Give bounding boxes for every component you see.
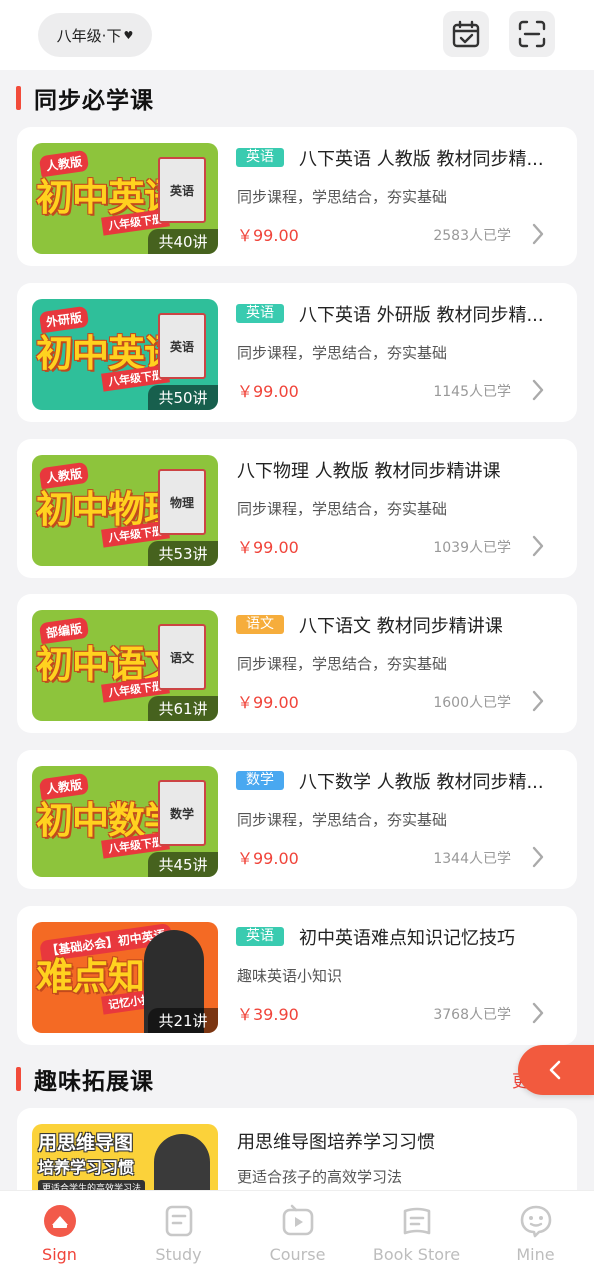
course-thumbnail: 人教版 初中英语 八年级下册 英语 共40讲: [32, 143, 218, 254]
subject-tag: 英语: [236, 148, 284, 167]
lesson-count: 共21讲: [148, 1008, 218, 1033]
chevron-right-icon[interactable]: [531, 1000, 545, 1026]
course-price: ￥99.00: [237, 382, 299, 401]
nav-book-store[interactable]: Book Store: [357, 1191, 476, 1280]
lesson-count: 共45讲: [148, 852, 218, 877]
course-subtitle: 同步课程，学思结合，夯实基础: [237, 811, 448, 829]
mine-face-icon: [520, 1205, 551, 1238]
subject-tag: 英语: [236, 927, 284, 946]
scan-icon[interactable]: [509, 11, 555, 57]
course-play-icon: [282, 1204, 313, 1236]
bottom-nav: Sign Study Course Book Store Mine: [0, 1190, 594, 1280]
course-card[interactable]: 部编版 初中语文 八年级下册 语文 共61讲 语文 八下语文 教材同步精讲课 同步课程，学思结…: [17, 594, 577, 733]
chevron-right-icon[interactable]: [531, 533, 545, 559]
course-subtitle: 同步课程，学思结合，夯实基础: [237, 188, 448, 206]
course-subtitle: 更适合孩子的高效学习法: [237, 1168, 403, 1186]
learner-count: 2583人已学: [433, 228, 511, 244]
course-title: 八下物理 人教版 教材同步精讲课: [237, 461, 501, 482]
section-required-label: 同步必学课: [34, 88, 154, 114]
section-accent-bar: [16, 86, 21, 110]
chevron-right-icon[interactable]: [531, 221, 545, 247]
course-title: 八下英语 人教版 教材同步精...: [299, 149, 544, 170]
grade-selector[interactable]: 八年级·下 ♥: [38, 13, 152, 57]
course-subtitle: 同步课程，学思结合，夯实基础: [237, 500, 448, 518]
sign-home-icon: [43, 1205, 76, 1237]
course-price: ￥39.90: [237, 1005, 299, 1024]
course-card[interactable]: 【基础必会】初中英语 难点知识 记忆小技巧 共21讲 英语 初中英语难点知识记忆技巧趣味英…: [17, 906, 577, 1045]
textbook-cover: 数学: [158, 780, 206, 846]
learner-count: 1600人已学: [433, 695, 511, 711]
lesson-count: 共53讲: [148, 541, 218, 566]
textbook-cover: 物理: [158, 469, 206, 535]
subject-tag: 语文: [236, 615, 284, 634]
nav-course[interactable]: Course: [238, 1191, 357, 1280]
floating-back-button[interactable]: [518, 1045, 594, 1095]
section-accent-bar: [16, 1067, 21, 1091]
course-thumbnail: 部编版 初中语文 八年级下册 语文 共61讲: [32, 610, 218, 721]
course-thumbnail: 外研版 初中英语 八年级下册 英语 共50讲: [32, 299, 218, 410]
section-required-title: 同步必学课: [16, 84, 154, 114]
course-price: ￥99.00: [237, 693, 299, 712]
thumb-line2: 培养学习习惯: [38, 1158, 135, 1177]
course-card[interactable]: 人教版 初中英语 八年级下册 英语 共40讲 英语 八下英语 人教版 教材同步精... 同步课…: [17, 127, 577, 266]
section-extended-label: 趣味拓展课: [34, 1069, 154, 1095]
textbook-cover: 英语: [158, 157, 206, 223]
course-price: ￥99.00: [237, 849, 299, 868]
section-extended-title: 趣味拓展课: [16, 1065, 154, 1095]
course-subtitle: 趣味英语小知识: [237, 967, 343, 985]
nav-mine[interactable]: Mine: [476, 1191, 594, 1280]
chevron-right-icon[interactable]: [531, 688, 545, 714]
nav-label: Mine: [516, 1245, 555, 1264]
nav-label: Study: [155, 1245, 202, 1264]
course-subtitle: 同步课程，学思结合，夯实基础: [237, 344, 448, 362]
chevron-right-icon[interactable]: [531, 844, 545, 870]
course-title: 八下数学 人教版 教材同步精...: [299, 772, 544, 793]
subject-tag: 英语: [236, 304, 284, 323]
course-thumbnail: 【基础必会】初中英语 难点知识 记忆小技巧 共21讲: [32, 922, 218, 1033]
learner-count: 1039人已学: [433, 540, 511, 556]
course-card[interactable]: 外研版 初中英语 八年级下册 英语 共50讲 英语 八下英语 外研版 教材同步精... 同步课…: [17, 283, 577, 422]
nav-label: Course: [269, 1245, 326, 1264]
chevron-right-icon[interactable]: [531, 377, 545, 403]
grade-selector-label: 八年级·下: [56, 26, 122, 45]
book-store-icon: [403, 1207, 430, 1235]
nav-label: Book Store: [372, 1245, 461, 1264]
nav-sign[interactable]: Sign: [0, 1191, 119, 1280]
nav-study[interactable]: Study: [119, 1191, 238, 1280]
study-book-icon: [165, 1205, 192, 1237]
textbook-cover: 语文: [158, 624, 206, 690]
thumb-line1: 用思维导图: [38, 1132, 134, 1154]
course-title: 八下语文 教材同步精讲课: [299, 616, 503, 637]
textbook-cover: 英语: [158, 313, 206, 379]
course-card[interactable]: 人教版 初中物理 八年级下册 物理 共53讲 八下物理 人教版 教材同步精讲课 同步课程，学…: [17, 439, 577, 578]
course-price: ￥99.00: [237, 538, 299, 557]
subject-tag: 数学: [236, 771, 284, 790]
learner-count: 1145人已学: [433, 384, 511, 400]
learner-count: 3768人已学: [433, 1007, 511, 1023]
course-title: 初中英语难点知识记忆技巧: [299, 928, 515, 949]
course-card[interactable]: 人教版 初中数学 八年级下册 数学 共45讲 数学 八下数学 人教版 教材同步精... 同步课…: [17, 750, 577, 889]
calendar-check-icon[interactable]: [443, 11, 489, 57]
lesson-count: 共61讲: [148, 696, 218, 721]
chevron-left-icon: [549, 1060, 561, 1080]
top-bar: 八年级·下 ♥: [0, 0, 594, 70]
nav-label: Sign: [42, 1245, 77, 1264]
learner-count: 1344人已学: [433, 851, 511, 867]
course-title: 八下英语 外研版 教材同步精...: [299, 305, 544, 326]
course-subtitle: 同步课程，学思结合，夯实基础: [237, 655, 448, 673]
lesson-count: 共40讲: [148, 229, 218, 254]
course-price: ￥99.00: [237, 226, 299, 245]
course-thumbnail: 人教版 初中物理 八年级下册 物理 共53讲: [32, 455, 218, 566]
caret-down-icon: ♥: [123, 28, 134, 42]
lesson-count: 共50讲: [148, 385, 218, 410]
course-thumbnail: 人教版 初中数学 八年级下册 数学 共45讲: [32, 766, 218, 877]
course-title: 用思维导图培养学习习惯: [237, 1132, 435, 1153]
